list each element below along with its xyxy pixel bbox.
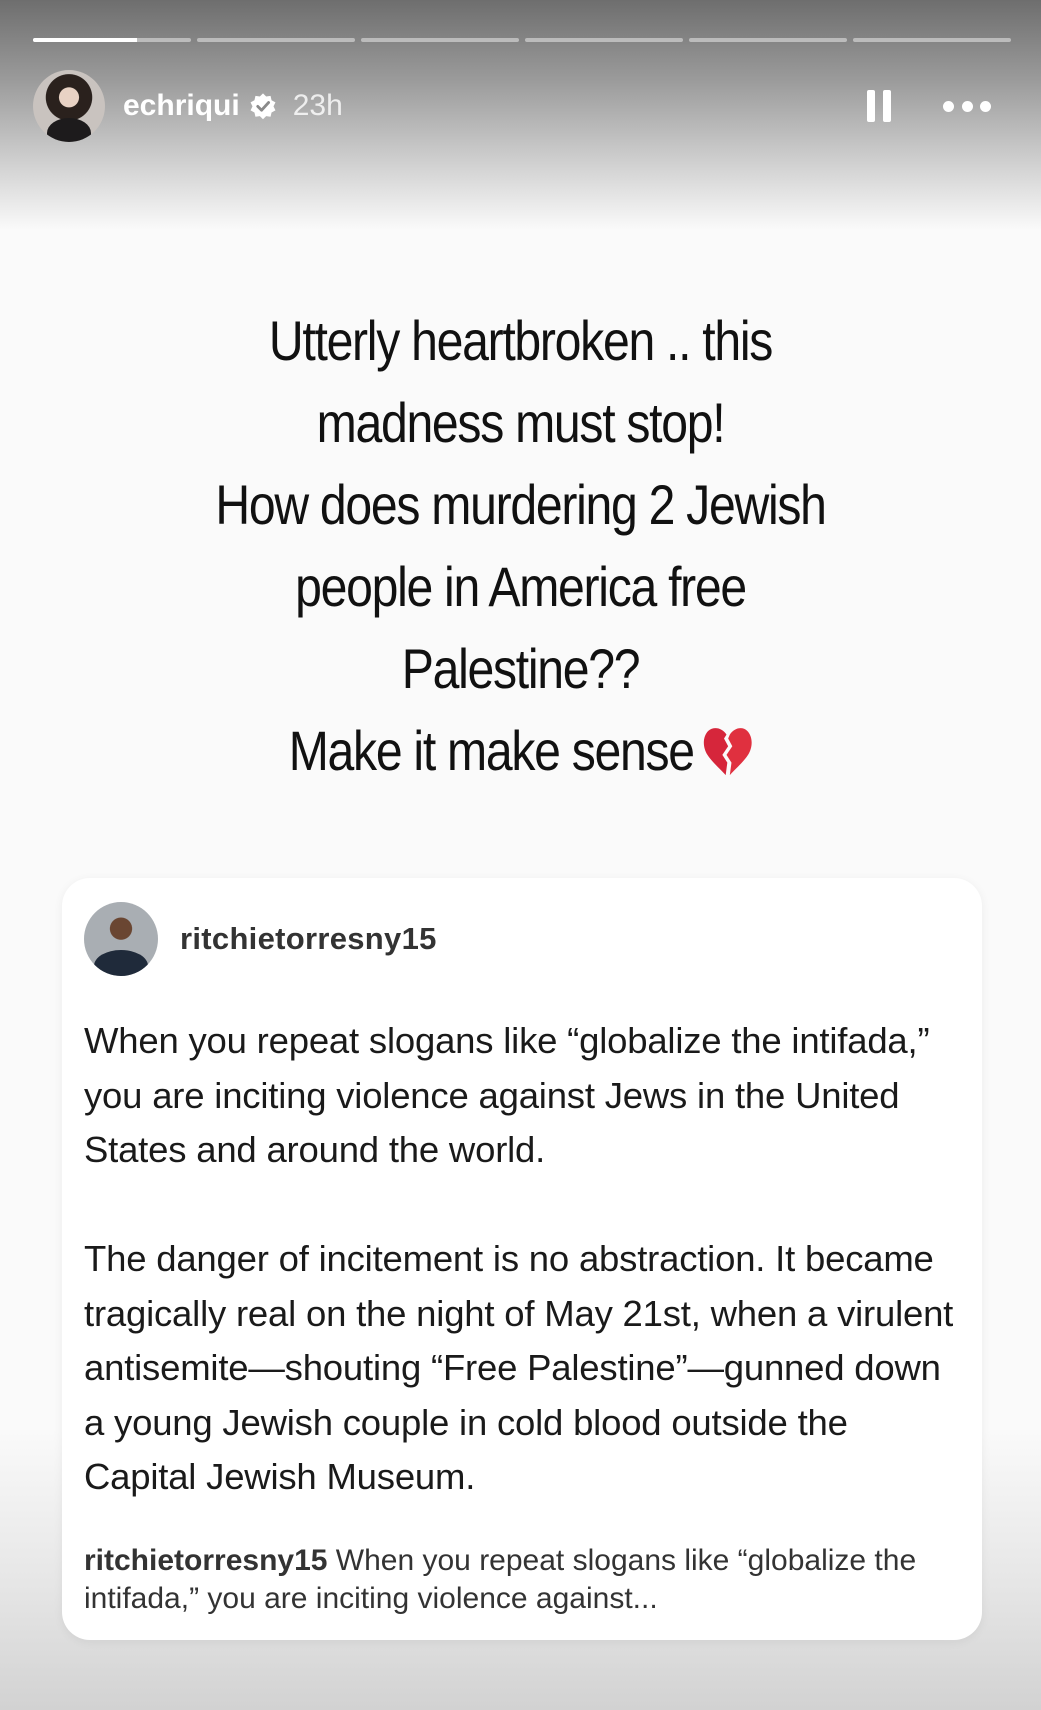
shared-post-footer-username: ritchietorresny15 — [84, 1544, 328, 1577]
progress-segment-fill — [33, 38, 138, 42]
more-options-icon[interactable] — [943, 86, 991, 126]
verified-badge-icon — [250, 93, 276, 120]
shared-post-header: ritchietorresny15 — [84, 902, 437, 976]
shared-post-body: When you repeat slogans like “globalize … — [84, 1014, 964, 1559]
caption-line: madness must stop! — [316, 391, 726, 454]
pause-icon[interactable] — [859, 86, 899, 126]
progress-segment — [361, 38, 519, 42]
shared-post-username[interactable]: ritchietorresny15 — [180, 921, 437, 957]
shared-post-paragraph: The danger of incitement is no abstracti… — [84, 1238, 954, 1497]
progress-segment — [689, 38, 847, 42]
broken-heart-icon — [703, 728, 752, 776]
caption-line: How does murdering 2 Jewish — [215, 473, 827, 536]
avatar[interactable] — [84, 902, 158, 976]
story-progress-bar — [33, 38, 1011, 42]
story-caption: Utterly heartbroken .. this madness must… — [167, 300, 873, 792]
progress-segment — [853, 38, 1011, 42]
shared-post-paragraph: When you repeat slogans like “globalize … — [84, 1020, 930, 1170]
story-viewer: echriqui 23h Utterly heartbroken .. this… — [0, 0, 1041, 1710]
shared-post-card[interactable]: ritchietorresny15 When you repeat slogan… — [62, 878, 982, 1640]
story-username[interactable]: echriqui — [123, 89, 240, 123]
caption-line-last: Make it make sense — [167, 710, 873, 792]
caption-line: Utterly heartbroken .. this — [268, 309, 773, 372]
caption-line: people in America free — [295, 555, 747, 618]
progress-segment — [197, 38, 355, 42]
caption-line-text: Make it make sense — [288, 719, 695, 782]
story-header: echriqui 23h — [33, 70, 1011, 142]
avatar[interactable] — [33, 70, 105, 142]
progress-segment — [525, 38, 683, 42]
caption-line: Palestine?? — [401, 637, 641, 700]
shared-post-caption-preview: ritchietorresny15 When you repeat slogan… — [84, 1542, 964, 1618]
story-timestamp: 23h — [292, 89, 343, 122]
progress-segment — [33, 38, 191, 42]
